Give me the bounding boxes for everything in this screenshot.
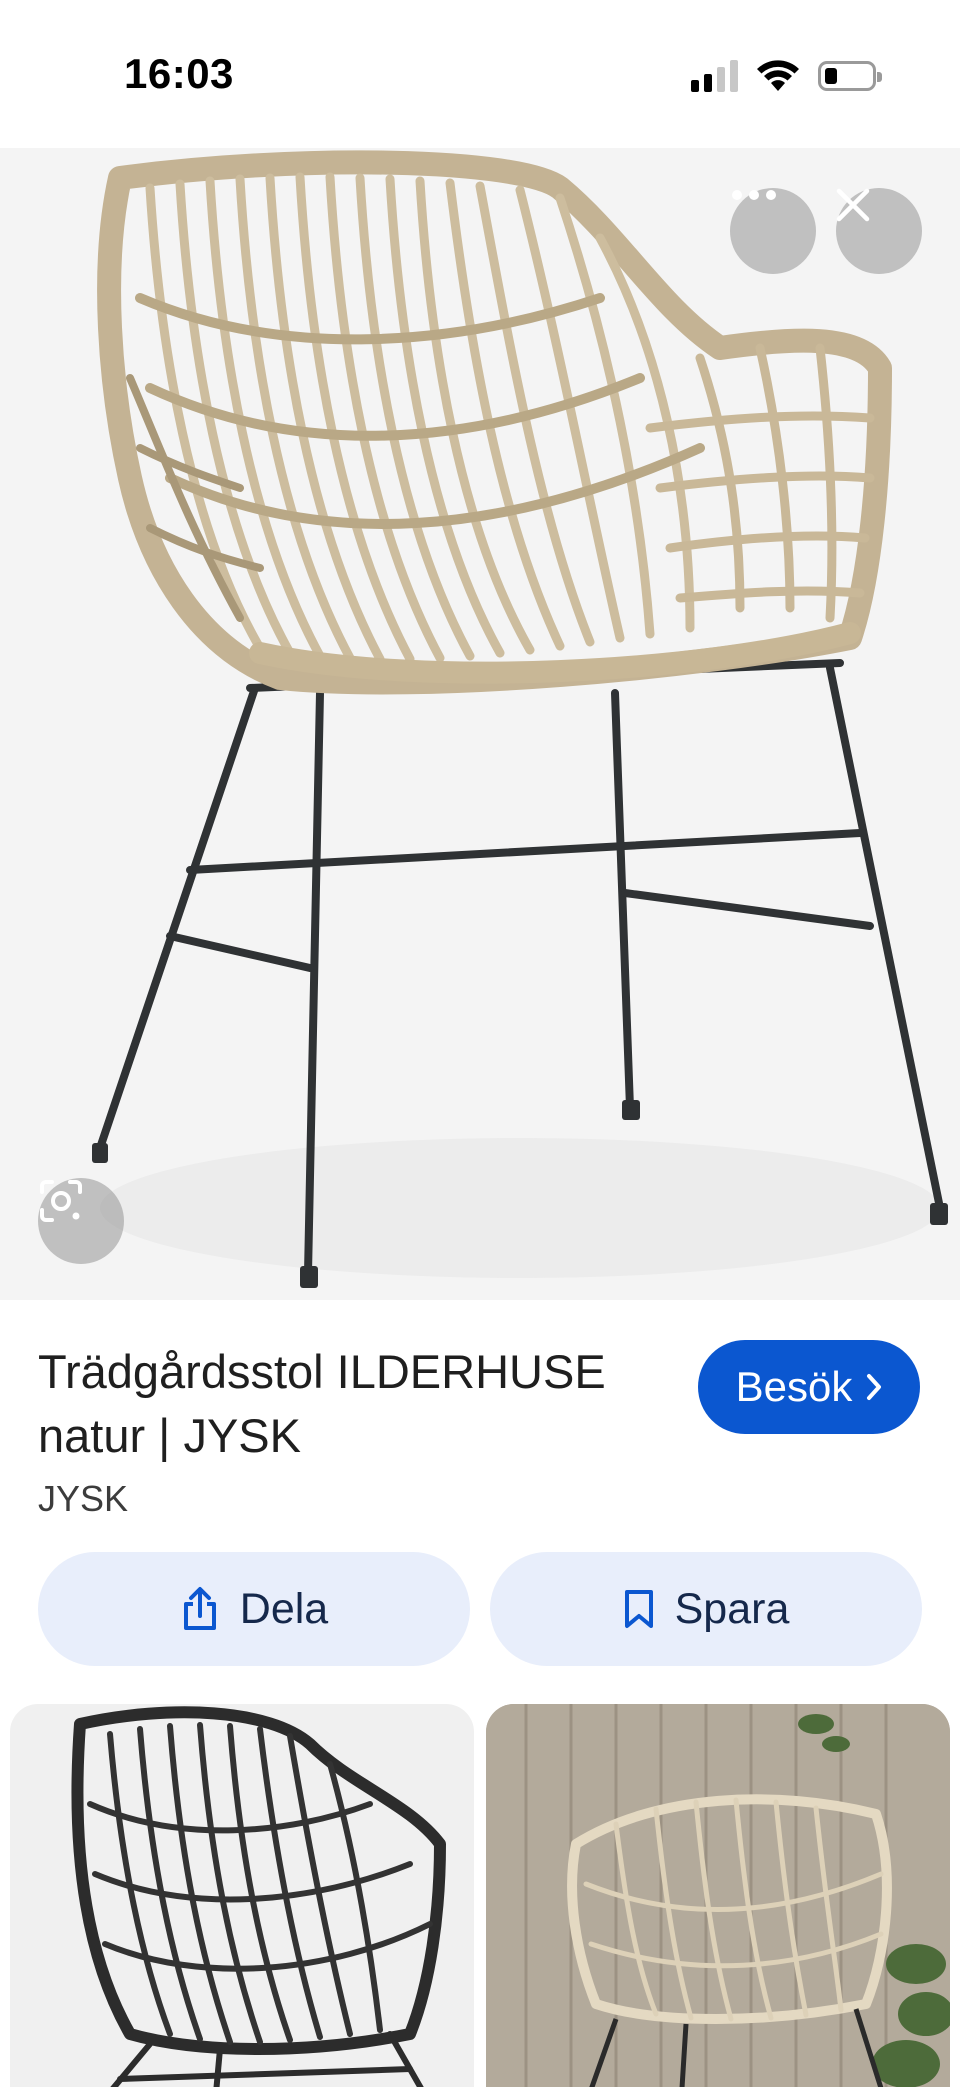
share-button-label: Dela (239, 1584, 329, 1633)
lens-icon (40, 1180, 82, 1222)
result-source: JYSK (38, 1478, 129, 1519)
signal-icon (691, 60, 738, 92)
status-bar: 16:03 (0, 0, 960, 148)
garden-chair-thumbnail (486, 1704, 950, 2087)
result-title[interactable]: Trädgårdsstol ILDERHUSE natur | JYSK (38, 1340, 658, 1468)
more-icon (732, 190, 776, 200)
battery-icon (818, 61, 882, 91)
chair-illustration (92, 150, 948, 1288)
wifi-icon (757, 60, 799, 91)
close-icon (836, 188, 870, 222)
status-time: 16:03 (124, 50, 234, 97)
related-image-black-chair[interactable] (10, 1704, 474, 2087)
save-button-label: Spara (674, 1584, 790, 1633)
visit-button-label: Besök (735, 1363, 853, 1410)
more-options-button[interactable] (730, 188, 816, 274)
chevron-right-icon (867, 1374, 882, 1400)
close-button[interactable] (836, 188, 922, 274)
product-image[interactable] (0, 148, 960, 1300)
lens-search-button[interactable] (38, 1178, 124, 1264)
share-button[interactable]: Dela (38, 1552, 470, 1666)
status-icons (691, 56, 882, 96)
related-image-garden-chair[interactable] (486, 1704, 950, 2087)
save-button[interactable]: Spara (490, 1552, 922, 1666)
bookmark-icon (624, 1590, 653, 1628)
black-chair-thumbnail (71, 1706, 446, 2087)
result-info: Trädgårdsstol ILDERHUSE natur | JYSK JYS… (0, 1300, 960, 2087)
visit-button[interactable]: Besök (698, 1340, 920, 1434)
share-icon (183, 1587, 216, 1630)
